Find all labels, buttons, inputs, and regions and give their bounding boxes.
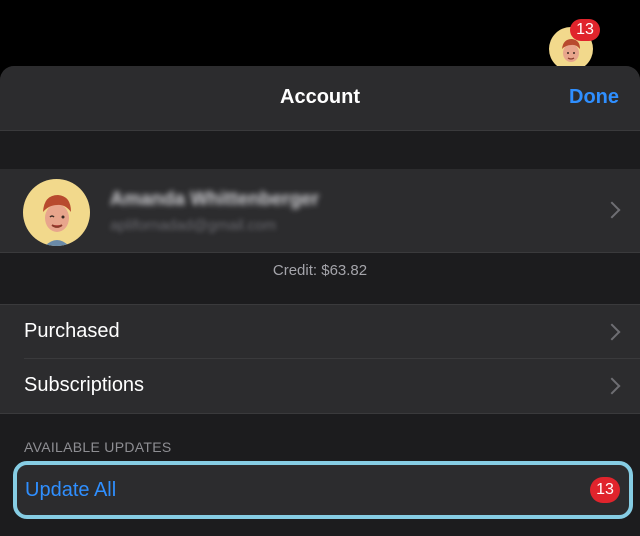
subscriptions-row[interactable]: Subscriptions (0, 359, 640, 413)
done-button[interactable]: Done (569, 86, 619, 109)
chevron-right-icon (603, 323, 621, 341)
divider (0, 130, 640, 131)
account-email: aplifornadad@gmail.com (110, 217, 277, 234)
page-title: Account (280, 86, 360, 108)
top-bar: 13 (0, 0, 640, 71)
purchased-label: Purchased (24, 320, 120, 342)
chevron-right-icon (603, 377, 621, 395)
profile-avatar (23, 179, 90, 246)
chevron-right-icon (603, 201, 621, 219)
available-updates-header: AVAILABLE UPDATES (24, 439, 172, 455)
divider (0, 413, 640, 414)
credit-balance: Credit: $63.82 (272, 262, 368, 279)
account-sheet: Account Done Amanda Whittenberger aplifo… (0, 66, 640, 536)
divider (0, 252, 640, 253)
subscriptions-label: Subscriptions (24, 374, 145, 396)
account-profile-row[interactable]: Amanda Whittenberger aplifornadad@gmail.… (0, 169, 640, 252)
update-all-button[interactable]: Update All 13 (13, 461, 633, 519)
update-all-label: Update All (25, 479, 117, 501)
navigation-bar: Account Done (0, 66, 640, 130)
purchased-row[interactable]: Purchased (0, 305, 640, 359)
update-count-badge: 13 (590, 477, 620, 503)
account-name: Amanda Whittenberger (110, 189, 320, 210)
updates-count-badge: 13 (570, 19, 600, 41)
memoji-avatar-icon (43, 195, 71, 246)
